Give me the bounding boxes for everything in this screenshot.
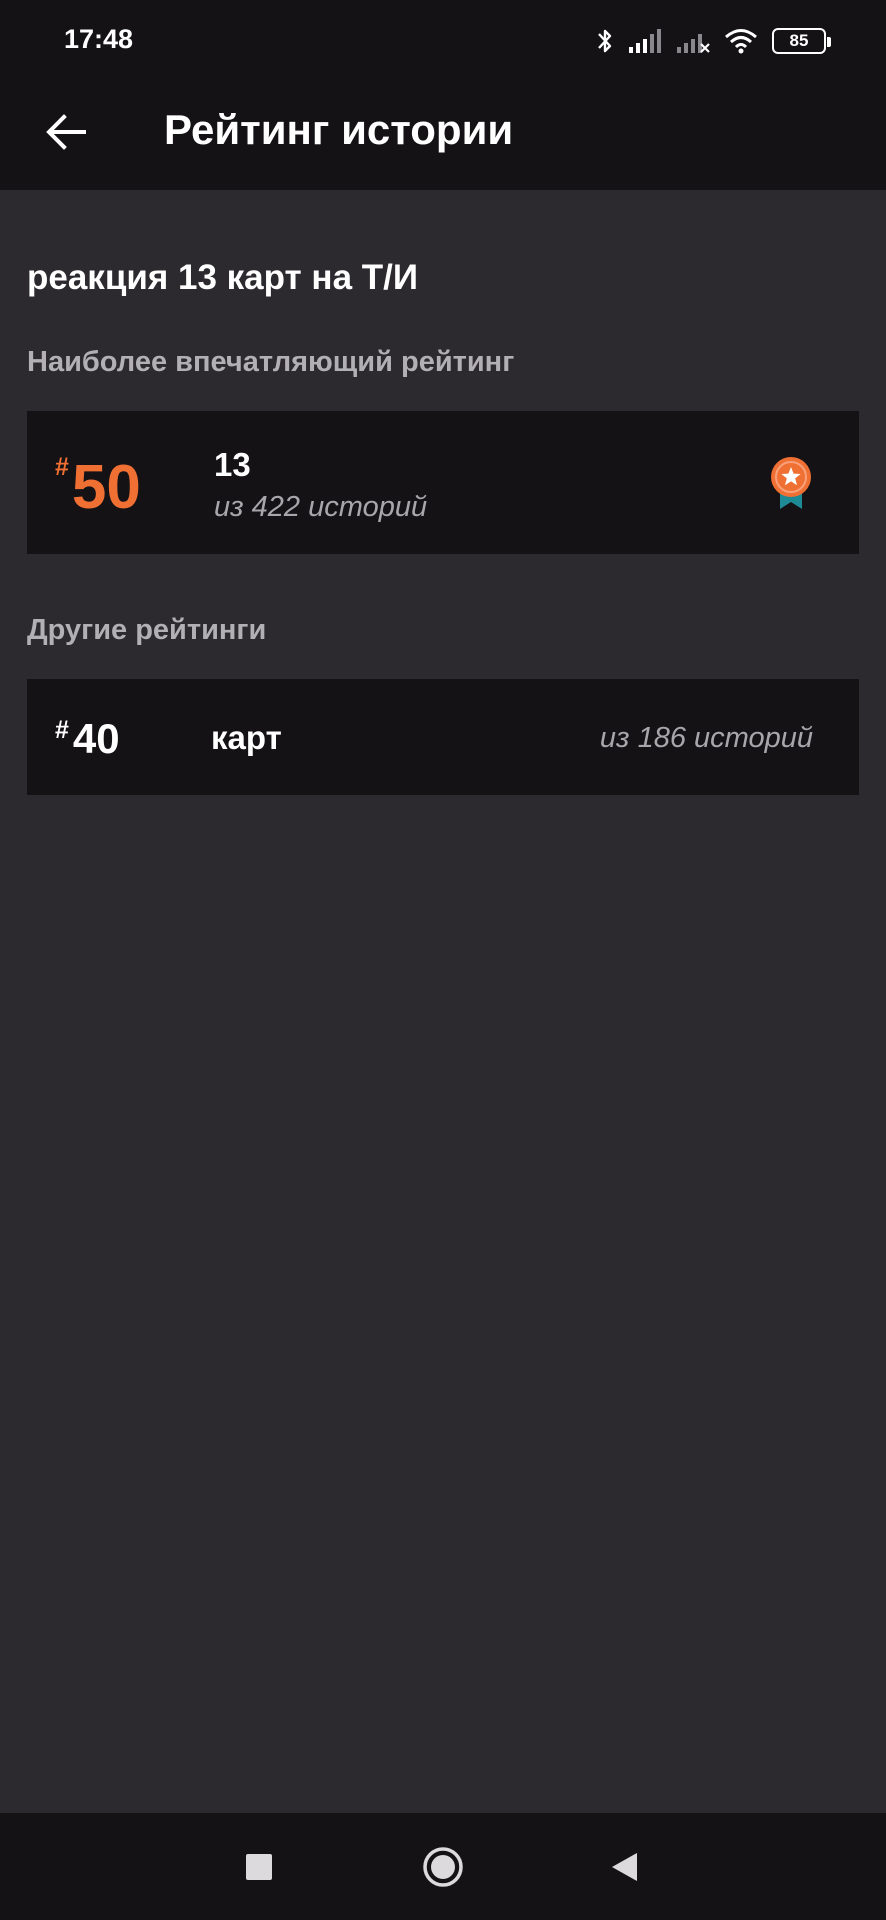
home-icon bbox=[422, 1846, 464, 1893]
story-title: реакция 13 карт на Т/И bbox=[27, 258, 419, 297]
app-bar: Рейтинг истории bbox=[0, 80, 886, 190]
back-icon bbox=[609, 1851, 639, 1888]
best-rating-card[interactable]: # 50 13 из 422 историй bbox=[27, 411, 859, 554]
arrow-left-icon bbox=[46, 113, 86, 155]
rank-hash: # bbox=[55, 716, 69, 744]
rank-hash: # bbox=[55, 453, 69, 481]
best-rank: # 50 bbox=[55, 453, 141, 519]
rating-count: из 422 историй bbox=[214, 491, 428, 523]
status-bar: 17:48 85 bbox=[0, 0, 886, 80]
rating-count: из 186 историй bbox=[599, 722, 813, 754]
home-button[interactable] bbox=[415, 1841, 471, 1897]
signal-icon bbox=[628, 28, 662, 54]
other-rank: # 40 bbox=[55, 718, 120, 760]
system-back-button[interactable] bbox=[596, 1841, 652, 1897]
rank-number: 40 bbox=[72, 715, 120, 762]
other-ratings-label: Другие рейтинги bbox=[27, 614, 267, 646]
status-icons: 85 bbox=[596, 24, 831, 58]
bluetooth-icon bbox=[596, 26, 614, 56]
recent-apps-button[interactable] bbox=[231, 1841, 287, 1897]
rank-number: 50 bbox=[71, 453, 141, 522]
medal-icon bbox=[769, 455, 813, 511]
status-time: 17:48 bbox=[64, 24, 134, 54]
back-button[interactable] bbox=[34, 102, 98, 166]
battery-icon: 85 bbox=[772, 28, 831, 54]
signal-no-service-icon bbox=[676, 28, 710, 54]
other-rating-card[interactable]: # 40 карт из 186 историй bbox=[27, 679, 859, 795]
page-title: Рейтинг истории bbox=[164, 106, 514, 153]
recent-apps-icon bbox=[245, 1853, 273, 1886]
best-rating-label: Наиболее впечатляющий рейтинг bbox=[27, 346, 515, 378]
wifi-icon bbox=[724, 27, 758, 55]
rating-tag: 13 bbox=[214, 446, 251, 483]
system-nav-bar bbox=[0, 1813, 886, 1920]
rating-tag: карт bbox=[211, 719, 282, 756]
